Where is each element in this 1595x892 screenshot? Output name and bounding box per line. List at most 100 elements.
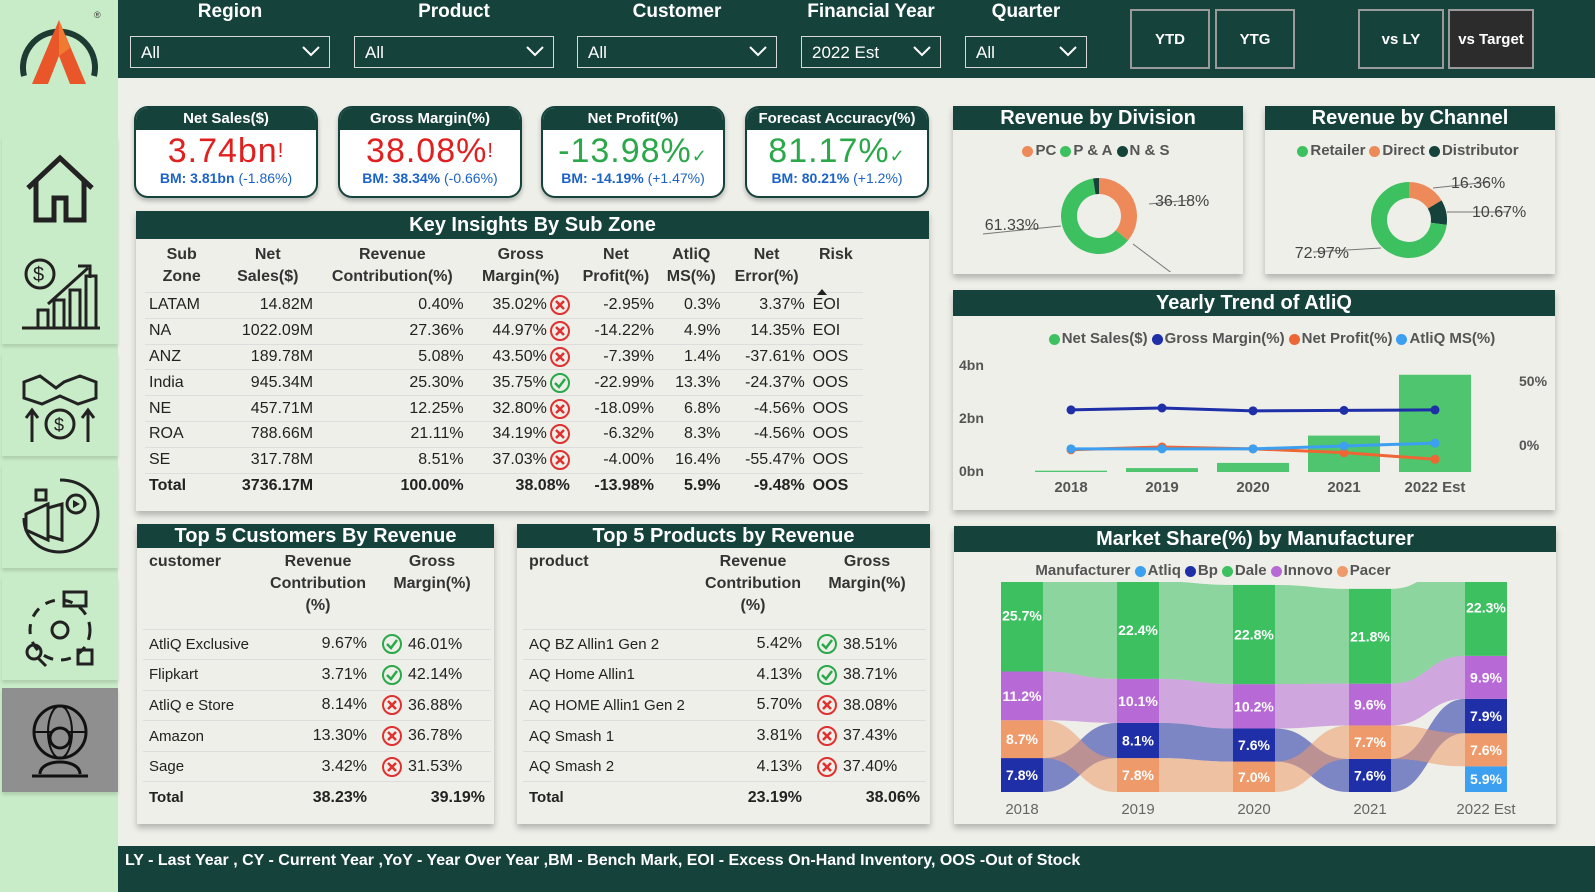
column-header[interactable]: Net Profit(%) [574, 244, 658, 293]
slicer-quarter: Quarter All [965, 0, 1087, 68]
icon-check [553, 378, 566, 389]
table-row: ROA 788.66M 21.11% 34.19% -6.32% 8.3% -4.56% OO… [145, 420, 863, 448]
legend-item[interactable]: Net Sales($) [1048, 330, 1148, 347]
nav-supply-chain[interactable] [2, 576, 118, 680]
kpi-value-text: -13.98% [558, 132, 692, 170]
cell-gross-margin: 38.06% [808, 781, 926, 813]
column-header[interactable]: Gross Margin(%) [808, 551, 926, 629]
ytd-button[interactable]: YTD [1130, 9, 1210, 69]
financial-year-dropdown[interactable]: 2022 Est [801, 36, 941, 68]
column-header[interactable]: Revenue Contribution (%) [698, 551, 808, 629]
top-products-table: product Revenue Contribution (%) Gross Mar… [523, 551, 926, 813]
column-header[interactable]: Revenue Contribution (%) [263, 551, 373, 629]
data-label: 25.7% [1002, 608, 1042, 624]
legend-item[interactable]: Bp [1184, 562, 1218, 579]
cell-gross-margin: 34.19% [467, 420, 574, 448]
yearly-trend-panel: Yearly Trend of AtliQ Net Sales($) Gross … [953, 290, 1555, 510]
cell-sub-zone: SE [145, 446, 219, 474]
icon-cross [554, 429, 565, 440]
cell-net-error: -55.47% [724, 446, 809, 474]
nav-home[interactable] [2, 136, 118, 240]
cell-gross-margin: 42.14% [373, 659, 491, 691]
chart-title: Yearly Trend of AtliQ [953, 290, 1555, 316]
legend-label: Net Sales($) [1061, 330, 1148, 347]
nav-sales[interactable]: $ [2, 352, 118, 456]
quarter-dropdown[interactable]: All [965, 36, 1087, 68]
check-circle-icon [382, 634, 402, 655]
cross-circle-icon [549, 398, 570, 419]
legend-item[interactable]: Atliq [1134, 562, 1181, 579]
cell-net-profit: -13.98% [573, 472, 658, 499]
vs-ly-button[interactable]: vs LY [1358, 9, 1444, 69]
finance-growth-icon: $ [22, 258, 100, 330]
icon-cross [554, 326, 565, 337]
nav-finance[interactable]: $ [2, 240, 118, 344]
kpi-value-text: 81.17% [768, 132, 890, 170]
x-tick: 2020 [1237, 801, 1270, 818]
customer-dropdown[interactable]: All [577, 36, 777, 68]
svg-text:$: $ [33, 264, 44, 286]
header-row: customer Revenue Contribution (%) Gross Ma… [143, 551, 491, 629]
column-header[interactable]: Gross Margin(%) [373, 551, 491, 629]
legend-label: AtliQ MS(%) [1409, 330, 1496, 347]
x-tick: 2022 Est [1405, 479, 1466, 496]
kpi-title: Net Profit(%) [543, 108, 723, 130]
cell-name: AQ HOME Allin1 Gen 2 [523, 689, 698, 721]
sort-asc-icon[interactable] [816, 288, 828, 296]
cell-gross-margin: 46.01% [373, 628, 491, 660]
cell-name: AQ Smash 1 [523, 720, 698, 752]
cross-circle-icon [549, 321, 570, 342]
legend-item[interactable]: Pacer [1336, 562, 1391, 579]
legend-item[interactable]: AtliQ MS(%) [1396, 330, 1495, 347]
chevron-down-icon [913, 46, 931, 57]
data-label: 7.7% [1354, 734, 1386, 750]
chevron-down-icon [1059, 46, 1077, 57]
gm-value: 36.88% [408, 696, 463, 714]
product-dropdown[interactable]: All [354, 36, 554, 68]
legend-item[interactable]: Net Profit(%) [1288, 330, 1392, 347]
cell-gross-margin: 36.88% [373, 689, 491, 721]
column-header[interactable]: Gross Margin(%) [468, 244, 574, 293]
cell-name: Total [523, 781, 698, 813]
table-row: AQ BZ Allin1 Gen 2 5.42% 38.51% [523, 628, 926, 660]
data-label: 7.6% [1238, 737, 1270, 753]
cell-risk: OOS [808, 446, 863, 474]
nav-executive[interactable] [2, 688, 118, 792]
vs-target-button[interactable]: vs Target [1448, 9, 1534, 69]
ribbon [1043, 671, 1117, 723]
icon-ring [382, 664, 402, 685]
cell-sub-zone: Total [145, 472, 219, 499]
column-header[interactable]: Revenue Contribution(%) [317, 244, 468, 293]
table-row: AtliQ Exclusive 9.67% 46.01% [143, 628, 491, 660]
data-label: 22.8% [1234, 627, 1274, 643]
supply-chain-icon [25, 590, 94, 668]
kpi-title: Gross Margin(%) [340, 108, 520, 130]
ribbon-bar [1465, 582, 1507, 656]
legend-item[interactable]: Gross Margin(%) [1151, 330, 1285, 347]
column-header[interactable]: Sub Zone [145, 244, 218, 293]
chart-title: Revenue by Division [953, 106, 1243, 130]
dropdown-value: All [365, 43, 384, 62]
region-dropdown[interactable]: All [130, 36, 330, 68]
nav-marketing[interactable] [2, 464, 118, 568]
cell-net-sales: 3736.17M [218, 472, 318, 499]
cell-revenue-contribution: 3.42% [263, 750, 373, 782]
column-header[interactable]: Net Sales($) [218, 244, 317, 293]
legend-label: Bp [1197, 562, 1218, 579]
column-header[interactable]: product [523, 551, 698, 629]
top-customers-table: customer Revenue Contribution (%) Gross Ma… [143, 551, 491, 813]
column-header[interactable]: Net Error(%) [724, 244, 808, 293]
kpi-value-text: 3.74bn [167, 132, 278, 170]
cell-net-error: -9.48% [724, 472, 809, 499]
legend-item[interactable]: Dale [1221, 562, 1267, 579]
column-header[interactable]: Risk [809, 244, 863, 293]
warning-icon: ! [277, 140, 285, 162]
data-label: 9.6% [1354, 697, 1386, 713]
column-header[interactable]: customer [143, 551, 263, 629]
cell-gross-margin: 37.43% [808, 720, 926, 752]
legend-item[interactable]: Innovo [1270, 562, 1333, 579]
icon-ring [817, 634, 837, 655]
ytg-button[interactable]: YTG [1215, 9, 1295, 69]
column-header[interactable]: AtliQ MS(%) [658, 244, 724, 293]
cell-gross-margin: 35.02% [467, 292, 574, 319]
